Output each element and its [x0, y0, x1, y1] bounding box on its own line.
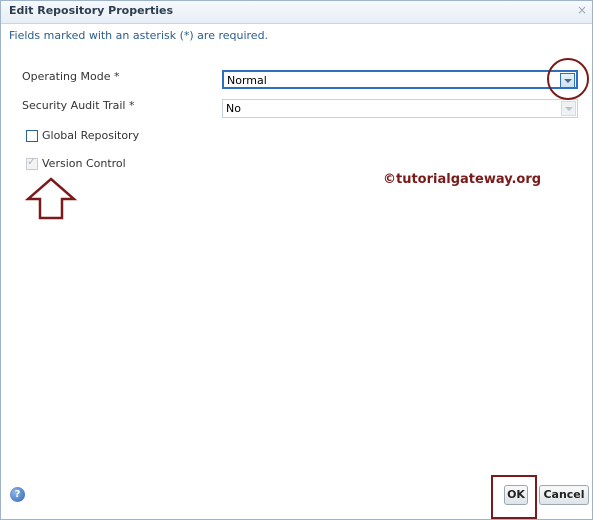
cancel-button[interactable]: Cancel — [539, 485, 589, 505]
global-repository-checkbox[interactable] — [26, 130, 38, 142]
security-audit-trail-select: No — [222, 99, 578, 118]
operating-mode-value: Normal — [227, 74, 267, 87]
version-control-checkbox: ✓ — [26, 155, 38, 170]
security-audit-trail-dropdown-button — [561, 101, 576, 116]
edit-repository-properties-dialog: Edit Repository Properties × Fields mark… — [0, 0, 593, 520]
dialog-title: Edit Repository Properties — [9, 4, 174, 17]
operating-mode-select[interactable]: Normal — [222, 70, 578, 89]
chevron-down-icon — [565, 107, 573, 111]
global-repository-label[interactable]: Global Repository — [42, 129, 139, 142]
help-icon[interactable]: ? — [10, 487, 25, 502]
dialog-titlebar: Edit Repository Properties × — [1, 1, 592, 24]
security-audit-trail-label: Security Audit Trail * — [22, 99, 135, 112]
annotation-circle — [547, 58, 589, 100]
checkmark-icon: ✓ — [27, 155, 37, 168]
operating-mode-label: Operating Mode * — [22, 70, 120, 83]
security-audit-trail-value: No — [226, 102, 241, 115]
watermark: ©tutorialgateway.org — [383, 172, 542, 187]
annotation-up-arrow-icon — [25, 177, 77, 220]
required-fields-note: Fields marked with an asterisk (*) are r… — [9, 29, 269, 42]
ok-button[interactable]: OK — [504, 485, 528, 505]
close-icon[interactable]: × — [577, 3, 587, 17]
version-control-label: Version Control — [42, 157, 126, 170]
